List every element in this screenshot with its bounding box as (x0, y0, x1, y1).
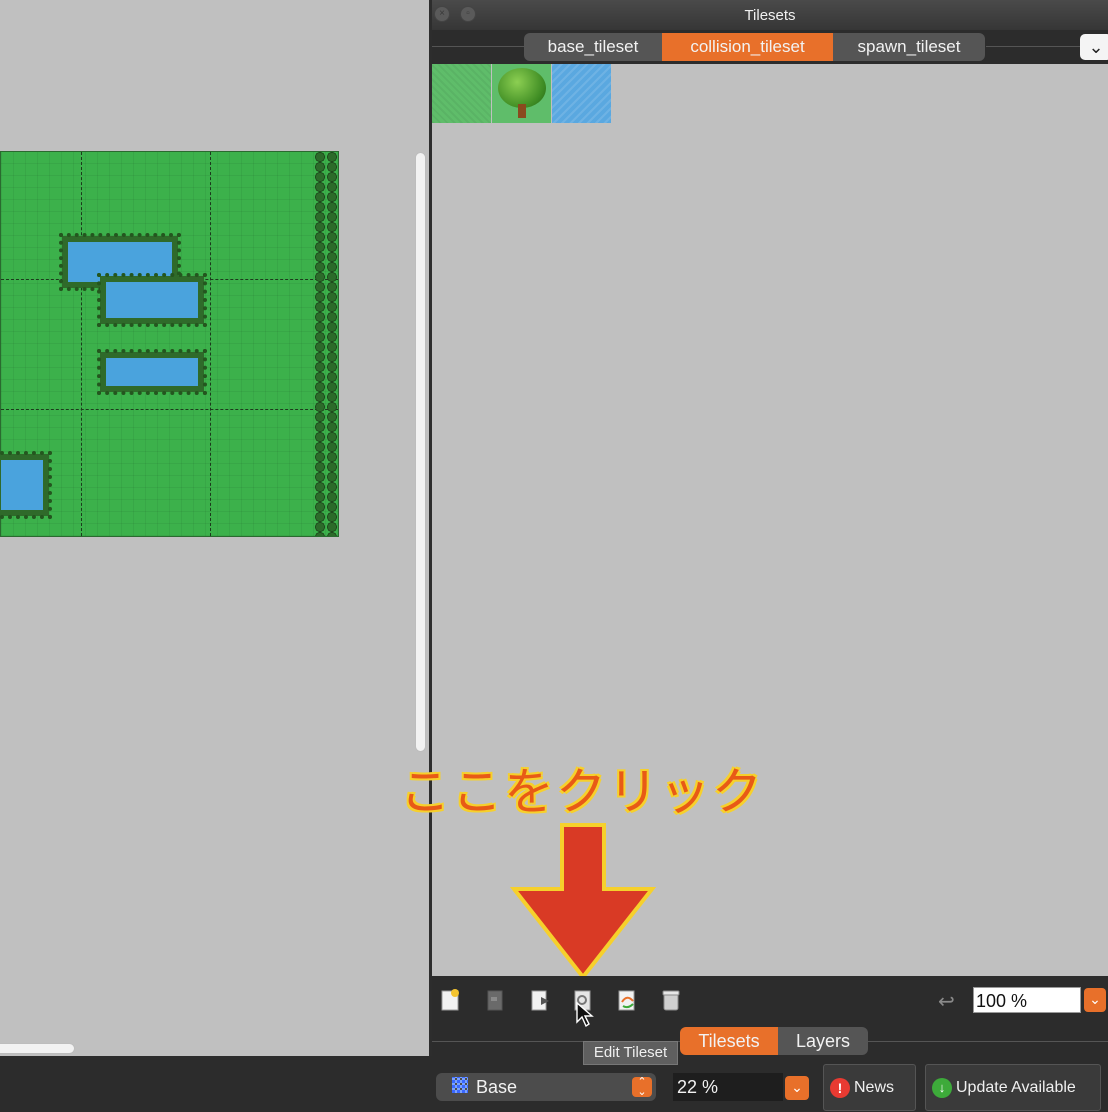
status-bar: Base ⌃ ⌄ 22 % ⌄ ! News ↓ Update Available (0, 1056, 1108, 1112)
chevron-down-icon[interactable]: ⌄ (1080, 34, 1108, 60)
update-available-button[interactable]: ↓ Update Available (925, 1064, 1101, 1111)
grass-tile[interactable] (432, 64, 491, 123)
export-tileset-icon[interactable] (529, 988, 551, 1012)
chevron-down-icon[interactable]: ⌄ (1084, 988, 1106, 1012)
return-icon[interactable]: ↩ (938, 989, 955, 1014)
tab-tilesets[interactable]: Tilesets (680, 1027, 778, 1055)
panel-title: Tilesets (744, 7, 796, 24)
tab-collision-tileset[interactable]: collision_tileset (662, 33, 833, 61)
tree-crown (498, 68, 546, 108)
tab-spawn-tileset[interactable]: spawn_tileset (833, 33, 985, 61)
tileset-toolbar: ↩ 100 % ⌄ (432, 976, 1108, 1028)
tab-bar-rule (432, 46, 524, 47)
embed-tileset-icon[interactable] (484, 988, 506, 1012)
tab-bar-rule (868, 1041, 1108, 1042)
update-button-label: Update Available (956, 1079, 1076, 1096)
map-canvas[interactable] (0, 151, 339, 537)
tab-layers[interactable]: Layers (778, 1027, 868, 1055)
pond-tile-area (59, 233, 181, 291)
tree-trunk (518, 104, 526, 118)
tree-border-column (314, 152, 338, 536)
pond-tile-area (97, 349, 207, 395)
tileset-zoom-input[interactable]: 100 % (973, 987, 1081, 1013)
mouse-cursor-icon (576, 1002, 594, 1028)
download-icon: ↓ (932, 1078, 952, 1098)
layer-selector[interactable]: Base ⌃ ⌄ (436, 1073, 656, 1101)
delete-tileset-icon[interactable] (660, 988, 682, 1012)
vertical-scrollbar[interactable] (415, 152, 426, 752)
replace-tileset-icon[interactable] (616, 988, 638, 1012)
dock-tab-bar: Tilesets Layers (432, 1022, 1108, 1056)
news-button-label: News (854, 1079, 895, 1096)
up-down-chevron-icon: ⌃ ⌄ (632, 1077, 652, 1098)
chunk-grid-line (81, 152, 82, 536)
news-button[interactable]: ! News (823, 1064, 916, 1111)
map-editor-view[interactable] (0, 0, 430, 1056)
map-zoom-input[interactable]: 22 % (673, 1073, 783, 1101)
horizontal-scrollbar[interactable] (0, 1043, 75, 1054)
edit-tileset-tooltip: Edit Tileset (583, 1041, 678, 1065)
tab-bar-rule (986, 46, 1080, 47)
chevron-down-icon[interactable]: ⌄ (785, 1076, 809, 1100)
new-tileset-icon[interactable] (440, 988, 462, 1012)
panel-titlebar[interactable]: × ▫ Tilesets (432, 0, 1108, 30)
tab-base-tileset[interactable]: base_tileset (524, 33, 662, 61)
tree-tile[interactable] (492, 64, 551, 123)
water-tile[interactable] (552, 64, 611, 123)
chunk-grid-line (1, 409, 338, 410)
layer-selector-label: Base (476, 1077, 518, 1097)
tileset-tab-bar: base_tileset collision_tileset spawn_til… (432, 30, 1108, 64)
instruction-callout-text: ここをクリック (400, 763, 764, 821)
pond-tile-area (97, 273, 207, 327)
alert-icon: ! (830, 1078, 850, 1098)
tilesets-panel: × ▫ Tilesets base_tileset collision_tile… (400, 0, 1108, 1065)
pond-tile-area (0, 451, 52, 519)
tile-layer-icon (452, 1077, 468, 1093)
chunk-grid-line (210, 152, 211, 536)
down-arrow-callout (510, 823, 656, 980)
